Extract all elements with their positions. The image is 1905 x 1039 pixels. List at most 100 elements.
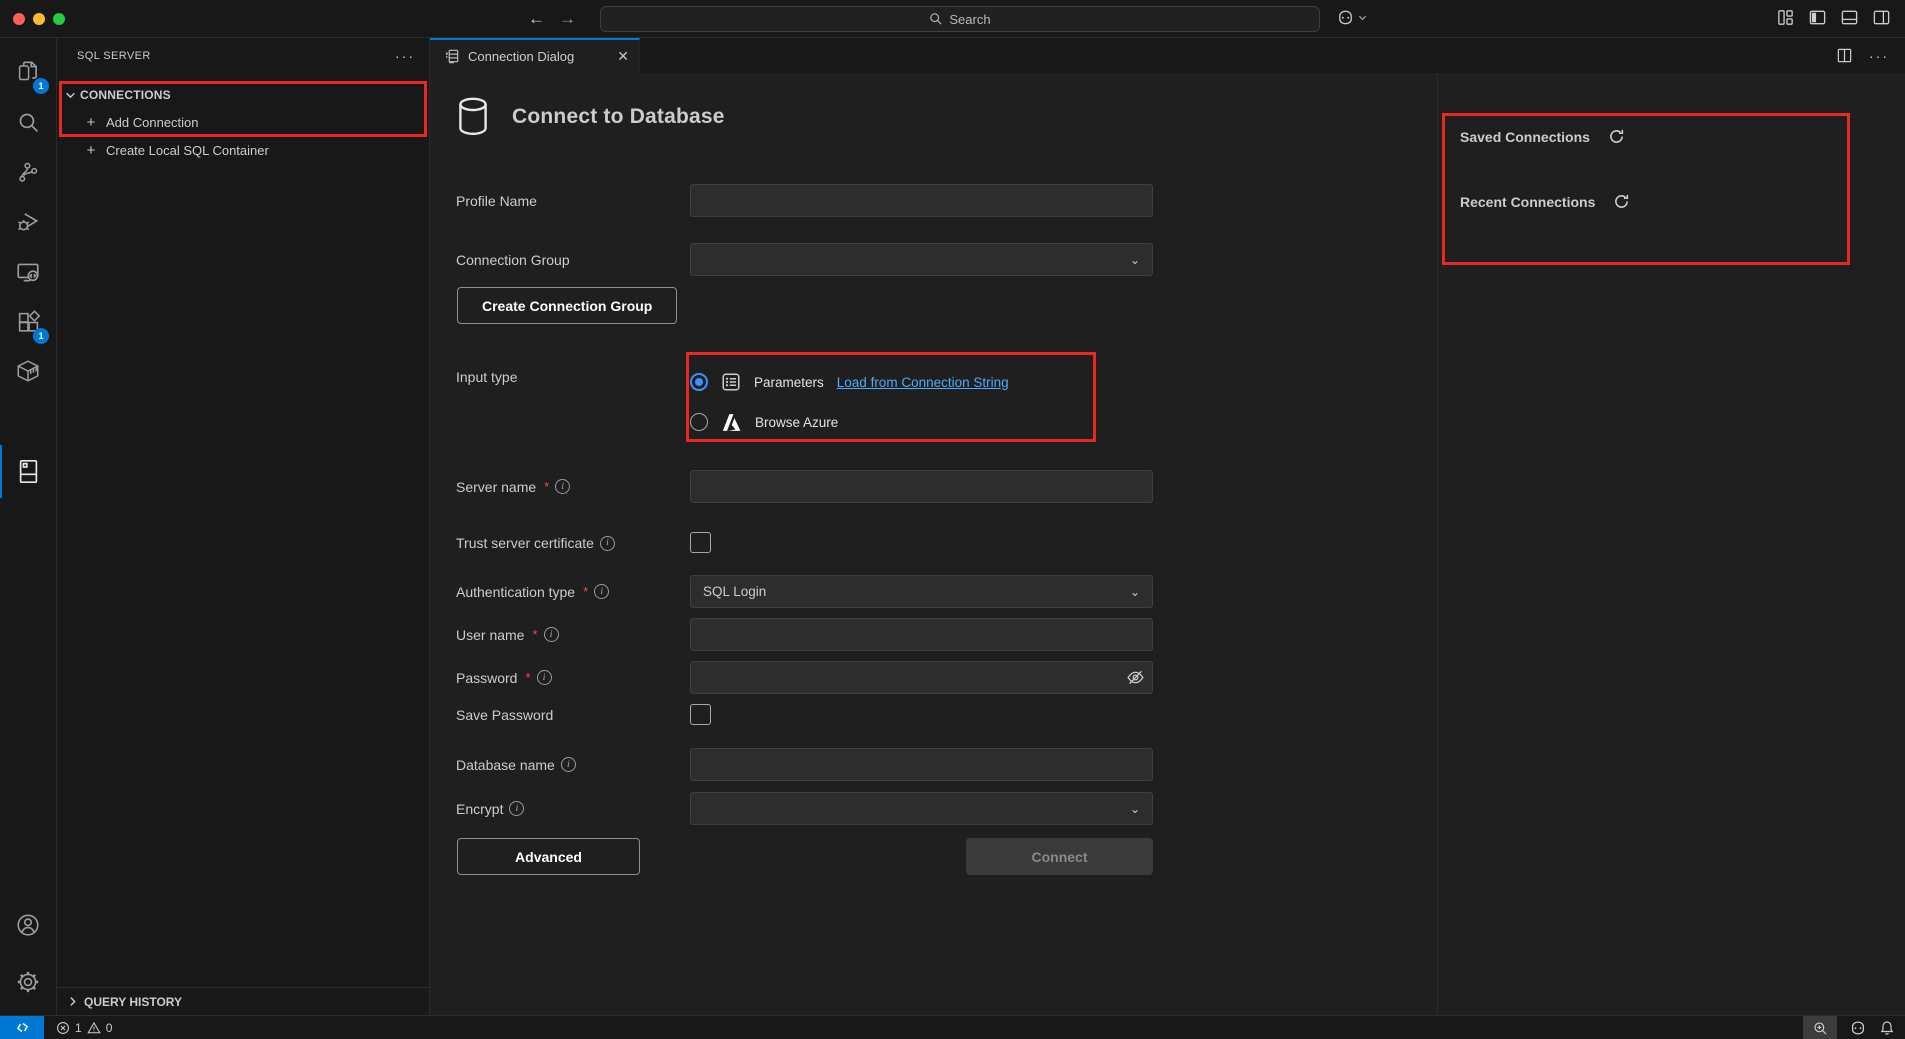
remote-indicator[interactable] — [0, 1016, 44, 1039]
warning-icon — [87, 1021, 101, 1035]
database-icon — [456, 96, 490, 138]
activity-bar: 1 1 — [0, 38, 57, 1015]
run-debug-icon[interactable] — [0, 198, 56, 246]
search-icon — [929, 12, 943, 26]
create-connection-group-button[interactable]: Create Connection Group — [457, 287, 677, 324]
encrypt-label: Encrypt — [456, 801, 503, 817]
plus-icon: + — [84, 114, 98, 131]
error-icon — [56, 1021, 70, 1035]
info-icon[interactable]: i — [509, 801, 524, 816]
split-editor-icon[interactable] — [1836, 47, 1853, 64]
save-password-checkbox[interactable] — [690, 704, 711, 725]
notifications-bell-icon[interactable] — [1879, 1020, 1895, 1036]
refresh-icon[interactable] — [1613, 193, 1630, 210]
chevron-down-icon — [65, 90, 76, 101]
trust-server-certificate-checkbox[interactable] — [690, 532, 711, 553]
connect-button[interactable]: Connect — [966, 838, 1153, 875]
sidebar-title: SQL SERVER — [77, 50, 395, 62]
toggle-primary-sidebar-icon[interactable] — [1808, 8, 1827, 27]
info-icon[interactable]: i — [555, 479, 570, 494]
screencast-zoom-button[interactable] — [1803, 1016, 1837, 1039]
info-icon[interactable]: i — [600, 536, 615, 551]
load-from-connection-string-link[interactable]: Load from Connection String — [837, 375, 1009, 390]
parameters-radio[interactable] — [690, 373, 708, 391]
settings-gear-icon[interactable] — [0, 958, 56, 1006]
saved-connections-title: Saved Connections — [1460, 129, 1590, 145]
save-password-label: Save Password — [456, 707, 553, 723]
toggle-secondary-sidebar-icon[interactable] — [1872, 8, 1891, 27]
chevron-down-icon: ⌄ — [1130, 585, 1140, 599]
encrypt-dropdown[interactable]: ⌄ — [690, 792, 1153, 825]
editor-more-actions-icon[interactable]: ··· — [1869, 48, 1889, 64]
remote-icon — [15, 1020, 30, 1035]
close-tab-icon[interactable]: ✕ — [617, 48, 629, 65]
copilot-icon — [1336, 8, 1355, 27]
extensions-badge: 1 — [33, 328, 49, 344]
search-view-icon[interactable] — [0, 98, 56, 146]
connection-group-dropdown[interactable]: ⌄ — [690, 243, 1153, 276]
query-history-section-header[interactable]: QUERY HISTORY — [57, 987, 429, 1015]
add-connection-item[interactable]: + Add Connection — [57, 108, 429, 136]
zoom-in-icon — [1813, 1021, 1828, 1036]
input-type-label: Input type — [456, 369, 518, 385]
tab-bar: Connection Dialog ✕ ··· — [430, 38, 1905, 73]
password-input[interactable] — [690, 661, 1153, 694]
connection-group-label: Connection Group — [456, 252, 570, 268]
error-count: 1 — [75, 1021, 82, 1035]
close-window-button[interactable] — [13, 13, 25, 25]
minimize-window-button[interactable] — [33, 13, 45, 25]
advanced-button[interactable]: Advanced — [457, 838, 640, 875]
back-arrow-icon[interactable]: ← — [528, 7, 545, 31]
user-name-label: User name — [456, 627, 524, 643]
user-name-input[interactable] — [690, 618, 1153, 651]
server-name-label: Server name — [456, 479, 536, 495]
explorer-badge: 1 — [33, 78, 49, 94]
problems-status[interactable]: 1 0 — [56, 1021, 112, 1035]
title-bar: ← → Search — [0, 0, 1905, 38]
chevron-right-icon — [67, 996, 78, 1007]
browse-azure-radio[interactable] — [690, 413, 708, 431]
status-bar: 1 0 — [0, 1015, 1905, 1039]
forward-arrow-icon[interactable]: → — [559, 7, 576, 31]
connection-dialog-tab-icon — [444, 48, 461, 65]
show-password-eye-off-icon[interactable] — [1126, 668, 1145, 687]
copilot-status-icon[interactable] — [1849, 1019, 1867, 1037]
info-icon[interactable]: i — [594, 584, 609, 599]
refresh-icon[interactable] — [1608, 128, 1625, 145]
copilot-menu[interactable] — [1336, 8, 1367, 27]
browse-azure-option-label: Browse Azure — [755, 415, 838, 430]
extensions-icon[interactable]: 1 — [0, 298, 56, 346]
info-icon[interactable]: i — [544, 627, 559, 642]
profile-name-input[interactable] — [690, 184, 1153, 217]
server-name-input[interactable] — [690, 470, 1153, 503]
remote-explorer-icon[interactable] — [0, 248, 56, 296]
chevron-down-icon: ⌄ — [1130, 802, 1140, 816]
database-name-label: Database name — [456, 757, 555, 773]
authentication-type-dropdown[interactable]: SQL Login ⌄ — [690, 575, 1153, 608]
database-name-input[interactable] — [690, 748, 1153, 781]
warning-count: 0 — [106, 1021, 113, 1035]
tab-connection-dialog[interactable]: Connection Dialog ✕ — [430, 38, 640, 73]
info-icon[interactable]: i — [537, 670, 552, 685]
recent-connections-title: Recent Connections — [1460, 194, 1595, 210]
azure-icon — [721, 412, 742, 433]
source-control-icon[interactable] — [0, 148, 56, 196]
right-panel-divider — [1437, 73, 1438, 1015]
connections-section-header[interactable]: CONNECTIONS — [57, 82, 429, 108]
containers-icon[interactable] — [0, 347, 56, 395]
profile-name-label: Profile Name — [456, 193, 537, 209]
parameters-option-label: Parameters — [754, 375, 824, 390]
customize-layout-icon[interactable] — [1776, 8, 1795, 27]
toggle-panel-icon[interactable] — [1840, 8, 1859, 27]
authentication-type-label: Authentication type — [456, 584, 575, 600]
maximize-window-button[interactable] — [53, 13, 65, 25]
command-center-search[interactable]: Search — [600, 6, 1320, 32]
sql-server-view-icon[interactable] — [0, 447, 56, 495]
chevron-down-icon: ⌄ — [1130, 253, 1140, 267]
more-actions-icon[interactable]: ··· — [395, 48, 415, 64]
password-label: Password — [456, 670, 517, 686]
info-icon[interactable]: i — [561, 757, 576, 772]
explorer-icon[interactable]: 1 — [0, 48, 56, 96]
accounts-icon[interactable] — [0, 901, 56, 949]
create-local-sql-container-item[interactable]: + Create Local SQL Container — [57, 136, 429, 164]
